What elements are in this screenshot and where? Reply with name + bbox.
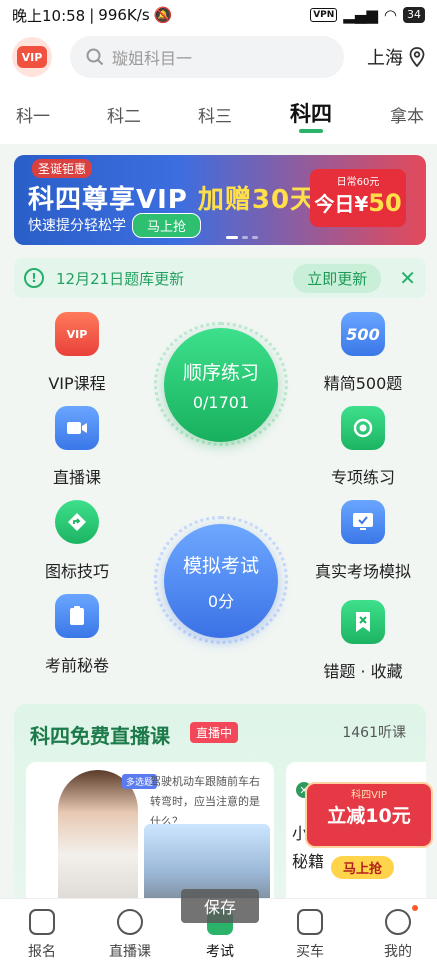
live-status-badge: 直播中 [190,722,239,743]
update-now-button[interactable]: 立即更新 [293,263,382,293]
profile-face-icon [385,909,411,935]
special-practice-entry[interactable]: 专项练习 [308,406,418,488]
live-question-text: 驾驶机动车跟随前车右转弯时，应当注意的是什么？ [150,775,260,828]
mock-exam-button[interactable]: 模拟考试 0分 [164,524,278,638]
tab-subject-1[interactable]: 科一 [16,102,50,127]
location-pin-icon [409,47,425,67]
sequential-practice-button[interactable]: 顺序练习 0/1701 [164,328,278,442]
vip-discount-popup[interactable]: 科四VIP 立减10元 马上抢 [305,782,433,879]
search-icon [86,48,104,66]
mock-exam-score: 0分 [207,591,235,611]
active-tab-indicator [299,129,323,133]
live-class-entry[interactable]: 直播课 [22,406,132,488]
notification-dot [412,905,418,911]
instructor-image [58,770,138,912]
nav-buy-car[interactable]: 买车 [270,909,350,961]
vpn-icon: VPN [310,8,338,22]
tab-subject-3[interactable]: 科三 [198,102,232,127]
subject-tabs: 科一 科二 科三 科四 拿本 [0,84,437,144]
tab-subject-2[interactable]: 科二 [107,102,141,127]
direction-sign-icon [55,500,99,544]
exam-secret-paper-entry[interactable]: 考前秘卷 [22,594,132,676]
sign-tips-entry[interactable]: 图标技巧 [22,500,132,582]
car-icon [297,909,323,935]
city-label: 上海 [367,48,403,69]
banner-grab-button[interactable]: 马上抢 [132,213,202,238]
promo-banner[interactable]: 圣诞钜惠 科四尊享VIP 加赠30天 快速提分轻松学 马上抢 日常60元 今日¥… [14,155,426,245]
nav-live[interactable]: 直播课 [90,909,170,961]
signal-icon: ▂▄▆ [343,6,378,24]
tab-license[interactable]: 拿本 [390,102,424,127]
status-network-speed: 996K/s [98,6,150,24]
sequential-practice-title: 顺序练习 [182,362,259,384]
city-selector[interactable]: 上海 [367,44,425,70]
vip-entry-button[interactable]: VIP [12,37,52,77]
vip-course-entry[interactable]: VIP VIP课程 [22,312,132,394]
mute-icon: 🔕 [153,6,173,24]
banner-title: 科四尊享VIP 加赠30天 [28,185,318,215]
clipboard-icon [55,594,99,638]
question-bank-update-bar: ! 12月21日题库更新 立即更新 ✕ [14,258,426,298]
info-icon: ! [24,268,44,288]
live-section-title: 科四免费直播课 [30,724,170,748]
nav-profile[interactable]: 我的 [358,909,437,961]
search-bar[interactable]: 璇姐科目一 [70,36,344,78]
video-camera-icon [55,406,99,450]
promo-grab-button[interactable]: 马上抢 [331,856,395,879]
close-icon[interactable]: ✕ [399,266,416,290]
tab-subject-4[interactable]: 科四 [290,98,332,128]
nav-signup[interactable]: 报名 [2,909,82,961]
top500-icon: 500 [341,312,385,356]
banner-subtitle: 快速提分轻松学 [28,218,126,234]
vip-course-icon: VIP [55,312,99,356]
app-header: VIP 璇姐科目一 上海 [0,30,437,84]
listener-count: 1461听课 [342,725,406,741]
status-time: 晚上10:58 [12,6,86,25]
search-placeholder: 璇姐科目一 [112,49,193,68]
top500-entry[interactable]: 500 精简500题 [308,312,418,394]
monitor-check-icon [341,500,385,544]
save-tooltip: 保存 [181,889,259,923]
play-circle-icon [117,909,143,935]
real-exam-simulation-entry[interactable]: 真实考场模拟 [308,500,418,582]
banner-coupon: 日常60元 今日¥50 [310,169,406,227]
wrong-favorites-entry[interactable]: 错题 · 收藏 [308,600,418,682]
status-bar: 晚上10:58 | 996K/s 🔕 VPN ▂▄▆ ◠ 34 [0,0,437,30]
signup-icon [29,909,55,935]
mock-exam-title: 模拟考试 [182,554,259,577]
bookmark-x-icon [341,600,385,644]
target-icon [341,406,385,450]
wifi-icon: ◠ [383,6,397,24]
sequential-practice-progress: 0/1701 [192,393,250,412]
banner-tag: 圣诞钜惠 [32,159,93,178]
update-notice-text: 12月21日题库更新 [56,269,185,288]
vip-icon: VIP [17,46,47,68]
banner-pagination [226,236,258,239]
battery-icon: 34 [403,7,425,23]
